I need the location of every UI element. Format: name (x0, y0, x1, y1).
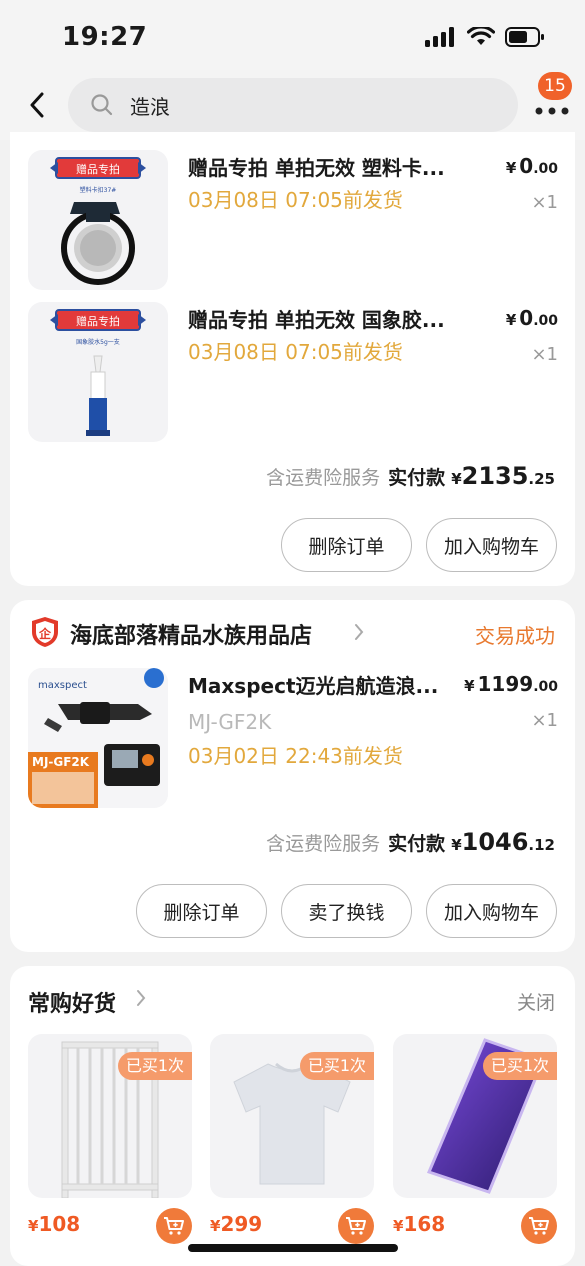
shop-name[interactable]: 海底部落精品水族用品店 (70, 618, 312, 650)
frequent-buys-section: 常购好货 关闭 已买1次 ¥108 已买1次 ¥299 已买1次 ¥168 (10, 966, 575, 1266)
image-banner-text: 赠品专拍 (76, 162, 120, 176)
order-total: 含运费险服务 实付款 ¥1046.12 (266, 828, 555, 856)
order-item[interactable]: maxspect MJ-GF2K Maxspect迈光启航造浪... MJ-GF… (28, 668, 558, 808)
add-cart-button[interactable] (156, 1208, 192, 1244)
battery-icon (505, 27, 544, 47)
svg-text:企: 企 (38, 626, 52, 641)
order-item[interactable]: 赠品专拍 塑料卡扣37# 赠品专拍 单拍无效 塑料卡... 03月08日 07:… (28, 150, 558, 290)
ship-time: 03月08日 07:05前发货 (188, 188, 403, 212)
search-query: 造浪 (130, 94, 170, 119)
bought-tag: 已买1次 (482, 1052, 557, 1080)
delete-order-button[interactable]: 删除订单 (281, 518, 412, 572)
ship-time: 03月02日 22:43前发货 (188, 744, 403, 768)
image-caption-text: 塑料卡扣37# (80, 186, 117, 194)
paid-amount: 1046 (461, 828, 529, 856)
wifi-icon (467, 27, 495, 45)
add-to-cart-button[interactable]: 加入购物车 (426, 518, 557, 572)
order-total: 含运费险服务 实付款 ¥2135.25 (266, 462, 555, 490)
cart-icon (346, 1217, 366, 1235)
order-status: 交易成功 (475, 624, 555, 648)
paid-amount: 2135 (461, 462, 529, 490)
insurance-service: 含运费险服务 (266, 833, 381, 855)
item-price: ¥108 (28, 1212, 81, 1236)
chevron-left-icon (30, 92, 44, 118)
more-dots-icon (535, 107, 569, 115)
product-price: ¥0.00 (505, 306, 558, 330)
search-icon (90, 93, 114, 117)
back-button[interactable] (22, 90, 52, 120)
recommend-item[interactable]: 已买1次 ¥108 (28, 1034, 192, 1264)
product-image: maxspect MJ-GF2K (28, 668, 168, 808)
section-title[interactable]: 常购好货 (28, 986, 116, 1018)
recommend-item[interactable]: 已买1次 ¥168 (393, 1034, 557, 1264)
product-price: ¥0.00 (505, 154, 558, 178)
product-image: 赠品专拍 国象胶水5g一支 (28, 302, 168, 442)
signal-icon (425, 27, 454, 47)
delete-order-button[interactable]: 删除订单 (136, 884, 267, 938)
bought-tag: 已买1次 (299, 1052, 374, 1080)
status-time: 19:27 (62, 22, 148, 52)
add-cart-button[interactable] (338, 1208, 374, 1244)
more-button[interactable] (532, 96, 572, 126)
product-price: ¥1199.00 (464, 672, 558, 696)
paid-label: 实付款 (388, 467, 446, 489)
insurance-service: 含运费险服务 (266, 467, 381, 489)
image-banner-text: 赠品专拍 (76, 314, 120, 328)
chevron-right-icon (136, 988, 146, 1012)
status-bar: 19:27 (0, 0, 585, 72)
item-price: ¥299 (210, 1212, 263, 1236)
add-to-cart-button[interactable]: 加入购物车 (426, 884, 557, 938)
product-title: Maxspect迈光启航造浪... (188, 674, 439, 698)
recommend-item[interactable]: 已买1次 ¥299 (210, 1034, 374, 1264)
product-title: 赠品专拍 单拍无效 国象胶... (188, 308, 445, 332)
bought-tag: 已买1次 (117, 1052, 192, 1080)
paid-label: 实付款 (388, 833, 446, 855)
product-title: 赠品专拍 单拍无效 塑料卡... (188, 156, 445, 180)
status-icons (425, 27, 545, 47)
close-button[interactable]: 关闭 (517, 988, 555, 1015)
product-spec: MJ-GF2K (188, 710, 272, 734)
image-model-text: MJ-GF2K (32, 755, 90, 769)
product-quantity: ×1 (531, 344, 558, 365)
search-header: 造浪 15 (0, 72, 585, 140)
image-caption-text: 国象胶水5g一支 (76, 338, 120, 346)
image-brand-text: maxspect (38, 680, 87, 691)
sell-button[interactable]: 卖了换钱 (281, 884, 412, 938)
add-cart-button[interactable] (521, 1208, 557, 1244)
cart-icon (164, 1217, 184, 1235)
enterprise-shop-icon: 企 (32, 617, 58, 647)
chevron-right-icon (354, 622, 364, 646)
product-quantity: ×1 (531, 192, 558, 213)
product-quantity: ×1 (531, 710, 558, 731)
order-item[interactable]: 赠品专拍 国象胶水5g一支 赠品专拍 单拍无效 国象胶... 03月08日 07… (28, 302, 558, 442)
home-indicator[interactable] (188, 1244, 398, 1252)
cart-icon (529, 1217, 549, 1235)
search-input[interactable]: 造浪 (68, 78, 518, 132)
product-image: 赠品专拍 塑料卡扣37# (28, 150, 168, 290)
order-card: 赠品专拍 塑料卡扣37# 赠品专拍 单拍无效 塑料卡... 03月08日 07:… (10, 132, 575, 586)
order-card: 企 海底部落精品水族用品店 交易成功 maxspect MJ-GF2K Maxs… (10, 600, 575, 952)
message-badge: 15 (538, 72, 572, 100)
ship-time: 03月08日 07:05前发货 (188, 340, 403, 364)
item-price: ¥168 (393, 1212, 446, 1236)
